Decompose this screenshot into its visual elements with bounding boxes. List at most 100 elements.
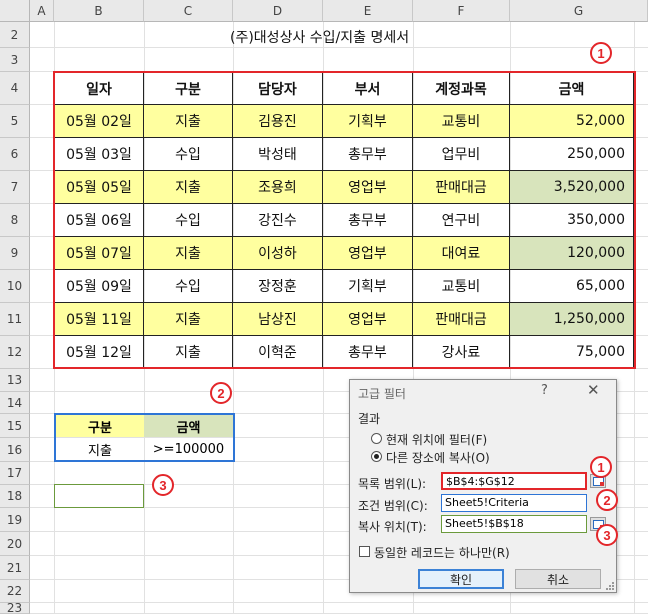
row-header-15[interactable]: 15 <box>0 414 30 438</box>
copy-to-input[interactable]: Sheet5!$B$18 <box>441 515 587 533</box>
select-all-corner[interactable] <box>0 0 30 22</box>
row-header-5[interactable]: 5 <box>0 105 30 138</box>
table-cell-amount[interactable]: 3,520,000 <box>510 171 634 204</box>
table-cell-account[interactable]: 연구비 <box>413 204 510 237</box>
table-cell-manager[interactable]: 강진수 <box>233 204 323 237</box>
table-header-manager[interactable]: 담당자 <box>233 72 323 105</box>
criteria-value-amount[interactable]: >=100000 <box>144 438 233 460</box>
copy-to-cell-b18[interactable] <box>54 484 144 508</box>
table-cell-date[interactable]: 05월 06일 <box>54 204 144 237</box>
column-header-b[interactable]: B <box>54 0 144 22</box>
table-cell-manager[interactable]: 남상진 <box>233 303 323 336</box>
table-header-date[interactable]: 일자 <box>54 72 144 105</box>
row-header-9[interactable]: 9 <box>0 237 30 270</box>
table-cell-amount[interactable]: 65,000 <box>510 270 634 303</box>
table-cell-department[interactable]: 영업부 <box>323 171 413 204</box>
radio-filter-in-place-label[interactable]: 현재 위치에 필터(F) <box>386 431 487 448</box>
table-cell-manager[interactable]: 조용희 <box>233 171 323 204</box>
row-header-20[interactable]: 20 <box>0 532 30 556</box>
row-header-16[interactable]: 16 <box>0 438 30 462</box>
table-cell-department[interactable]: 영업부 <box>323 303 413 336</box>
table-header-account[interactable]: 계정과목 <box>413 72 510 105</box>
unique-records-label[interactable]: 동일한 레코드는 하나만(R) <box>374 544 510 561</box>
table-cell-type[interactable]: 지출 <box>144 171 233 204</box>
column-header-a[interactable]: A <box>30 0 54 22</box>
row-header-7[interactable]: 7 <box>0 171 30 204</box>
row-header-12[interactable]: 12 <box>0 336 30 369</box>
table-cell-account[interactable]: 강사료 <box>413 336 510 369</box>
table-cell-date[interactable]: 05월 03일 <box>54 138 144 171</box>
row-header-17[interactable]: 17 <box>0 462 30 485</box>
ok-button[interactable]: 확인 <box>418 569 504 589</box>
row-header-18[interactable]: 18 <box>0 485 30 508</box>
table-cell-amount[interactable]: 120,000 <box>510 237 634 270</box>
table-cell-account[interactable]: 교통비 <box>413 270 510 303</box>
row-header-19[interactable]: 19 <box>0 508 30 532</box>
table-cell-date[interactable]: 05월 07일 <box>54 237 144 270</box>
table-cell-date[interactable]: 05월 02일 <box>54 105 144 138</box>
table-cell-amount[interactable]: 52,000 <box>510 105 634 138</box>
table-cell-type[interactable]: 수입 <box>144 270 233 303</box>
table-cell-account[interactable]: 대여료 <box>413 237 510 270</box>
table-cell-manager[interactable]: 장정훈 <box>233 270 323 303</box>
list-range-input[interactable]: $B$4:$G$12 <box>441 472 587 490</box>
table-cell-manager[interactable]: 이성하 <box>233 237 323 270</box>
table-cell-date[interactable]: 05월 12일 <box>54 336 144 369</box>
table-cell-account[interactable]: 업무비 <box>413 138 510 171</box>
row-header-11[interactable]: 11 <box>0 303 30 336</box>
table-cell-manager[interactable]: 이혁준 <box>233 336 323 369</box>
column-header-d[interactable]: D <box>233 0 323 22</box>
row-header-10[interactable]: 10 <box>0 270 30 303</box>
column-header-f[interactable]: F <box>413 0 510 22</box>
column-header-e[interactable]: E <box>323 0 413 22</box>
sheet-title[interactable]: (주)대성상사 수입/지출 명세서 <box>230 27 409 47</box>
criteria-header-amount[interactable]: 금액 <box>144 415 233 437</box>
cancel-button[interactable]: 취소 <box>515 569 601 589</box>
resize-grip-icon[interactable] <box>606 582 614 590</box>
close-icon[interactable]: ✕ <box>587 381 600 399</box>
table-cell-amount[interactable]: 250,000 <box>510 138 634 171</box>
table-header-department[interactable]: 부서 <box>323 72 413 105</box>
radio-copy-to-location-label[interactable]: 다른 장소에 복사(O) <box>386 449 490 466</box>
table-cell-department[interactable]: 총무부 <box>323 336 413 369</box>
row-header-2[interactable]: 2 <box>0 22 30 48</box>
table-cell-department[interactable]: 기획부 <box>323 270 413 303</box>
advanced-filter-dialog[interactable]: 고급 필터 ? ✕ 결과 현재 위치에 필터(F) 다른 장소에 복사(O) 목… <box>349 379 617 593</box>
table-cell-manager[interactable]: 박성태 <box>233 138 323 171</box>
radio-filter-in-place[interactable] <box>371 433 382 444</box>
table-cell-department[interactable]: 기획부 <box>323 105 413 138</box>
row-header-23[interactable]: 23 <box>0 602 30 614</box>
row-header-6[interactable]: 6 <box>0 138 30 171</box>
table-cell-date[interactable]: 05월 11일 <box>54 303 144 336</box>
column-header-c[interactable]: C <box>144 0 233 22</box>
row-header-4[interactable]: 4 <box>0 72 30 105</box>
table-cell-type[interactable]: 지출 <box>144 105 233 138</box>
table-cell-date[interactable]: 05월 09일 <box>54 270 144 303</box>
table-cell-department[interactable]: 총무부 <box>323 204 413 237</box>
table-cell-manager[interactable]: 김용진 <box>233 105 323 138</box>
table-cell-account[interactable]: 판매대금 <box>413 171 510 204</box>
help-icon[interactable]: ? <box>541 383 548 398</box>
table-cell-amount[interactable]: 1,250,000 <box>510 303 634 336</box>
table-cell-type[interactable]: 수입 <box>144 204 233 237</box>
table-cell-amount[interactable]: 350,000 <box>510 204 634 237</box>
criteria-value-type[interactable]: 지출 <box>56 438 144 460</box>
unique-records-checkbox[interactable] <box>359 546 370 557</box>
row-header-21[interactable]: 21 <box>0 556 30 580</box>
table-cell-type[interactable]: 지출 <box>144 336 233 369</box>
table-cell-type[interactable]: 수입 <box>144 138 233 171</box>
table-header-type[interactable]: 구분 <box>144 72 233 105</box>
table-cell-type[interactable]: 지출 <box>144 303 233 336</box>
column-header-g[interactable]: G <box>510 0 648 22</box>
criteria-header-type[interactable]: 구분 <box>56 415 144 437</box>
row-header-3[interactable]: 3 <box>0 48 30 72</box>
radio-copy-to-location[interactable] <box>371 451 382 462</box>
table-header-amount[interactable]: 금액 <box>510 72 634 105</box>
table-cell-amount[interactable]: 75,000 <box>510 336 634 369</box>
table-cell-type[interactable]: 지출 <box>144 237 233 270</box>
criteria-range-input[interactable]: Sheet5!Criteria <box>441 494 587 512</box>
row-header-14[interactable]: 14 <box>0 392 30 414</box>
row-header-13[interactable]: 13 <box>0 369 30 392</box>
row-header-22[interactable]: 22 <box>0 580 30 603</box>
row-header-8[interactable]: 8 <box>0 204 30 237</box>
